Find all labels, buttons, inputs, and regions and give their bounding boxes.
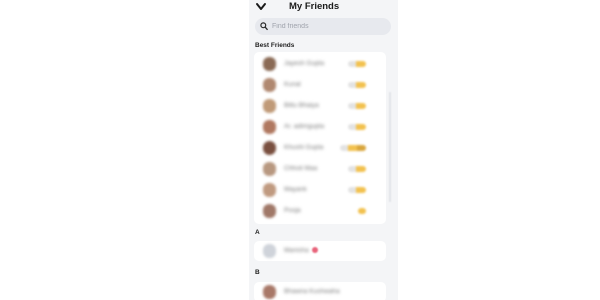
avatar [263, 78, 276, 92]
avatar [263, 141, 276, 155]
friend-row[interactable]: Bittu Bhaiya [254, 96, 386, 116]
friend-row[interactable]: Ar. adimgupta [254, 117, 386, 137]
friend-row[interactable]: Kunal [254, 75, 386, 95]
friend-name: Pooja [284, 207, 301, 214]
friend-row[interactable]: Manisha [254, 241, 386, 261]
chevron-down-icon[interactable] [255, 2, 267, 12]
section-label-best-friends: Best Friends [255, 42, 295, 49]
snap-score-badge [348, 103, 366, 109]
section-label-b: B [255, 269, 260, 276]
avatar [263, 244, 276, 258]
friend-name: Bhawna Kushwaha [284, 288, 340, 295]
avatar [263, 120, 276, 134]
snap-score-badge [348, 187, 366, 193]
snap-score-badge [348, 166, 366, 172]
friend-name: Mayank [284, 186, 307, 193]
alphabet-scrollbar[interactable] [388, 72, 392, 224]
friend-name: Khushi Gupta [284, 144, 324, 151]
snap-score-badge [348, 124, 366, 130]
avatar [263, 204, 276, 218]
avatar [263, 57, 276, 71]
avatar [263, 285, 276, 299]
snap-score-badge [348, 82, 366, 88]
friend-name: Ar. adimgupta [284, 123, 325, 130]
friend-name: Chhoti Maa [284, 165, 318, 172]
best-friends-list: Jayesh Gupta Kunal Bittu Bhaiya Ar. adim… [254, 52, 386, 224]
scroll-track [389, 92, 391, 202]
friend-name: Kunal [284, 81, 301, 88]
friend-row[interactable]: Chhoti Maa [254, 159, 386, 179]
avatar [263, 99, 276, 113]
friend-row[interactable]: Pooja [254, 201, 386, 221]
search-bar[interactable] [255, 18, 391, 35]
friend-row[interactable]: Mayank [254, 180, 386, 200]
friend-row[interactable]: Bhawna Kushwaha [254, 282, 386, 300]
search-icon [260, 22, 268, 31]
friend-name: Jayesh Gupta [284, 60, 325, 67]
heart-emoji-icon [312, 247, 318, 253]
friend-row[interactable]: Khushi Gupta [254, 138, 386, 158]
snap-score-badge [348, 61, 366, 67]
friend-row[interactable]: Jayesh Gupta [254, 54, 386, 74]
page-title: My Friends [289, 1, 340, 12]
avatar [263, 162, 276, 176]
snap-score-badge [358, 208, 366, 214]
search-input[interactable] [272, 20, 382, 33]
header: My Friends [249, 0, 398, 16]
friends-screen: My Friends Best Friends Jayesh Gupta Kun… [249, 0, 398, 300]
section-label-a: A [255, 229, 260, 236]
avatar [263, 183, 276, 197]
snap-score-badge [340, 145, 366, 151]
friend-name: Bittu Bhaiya [284, 102, 319, 109]
